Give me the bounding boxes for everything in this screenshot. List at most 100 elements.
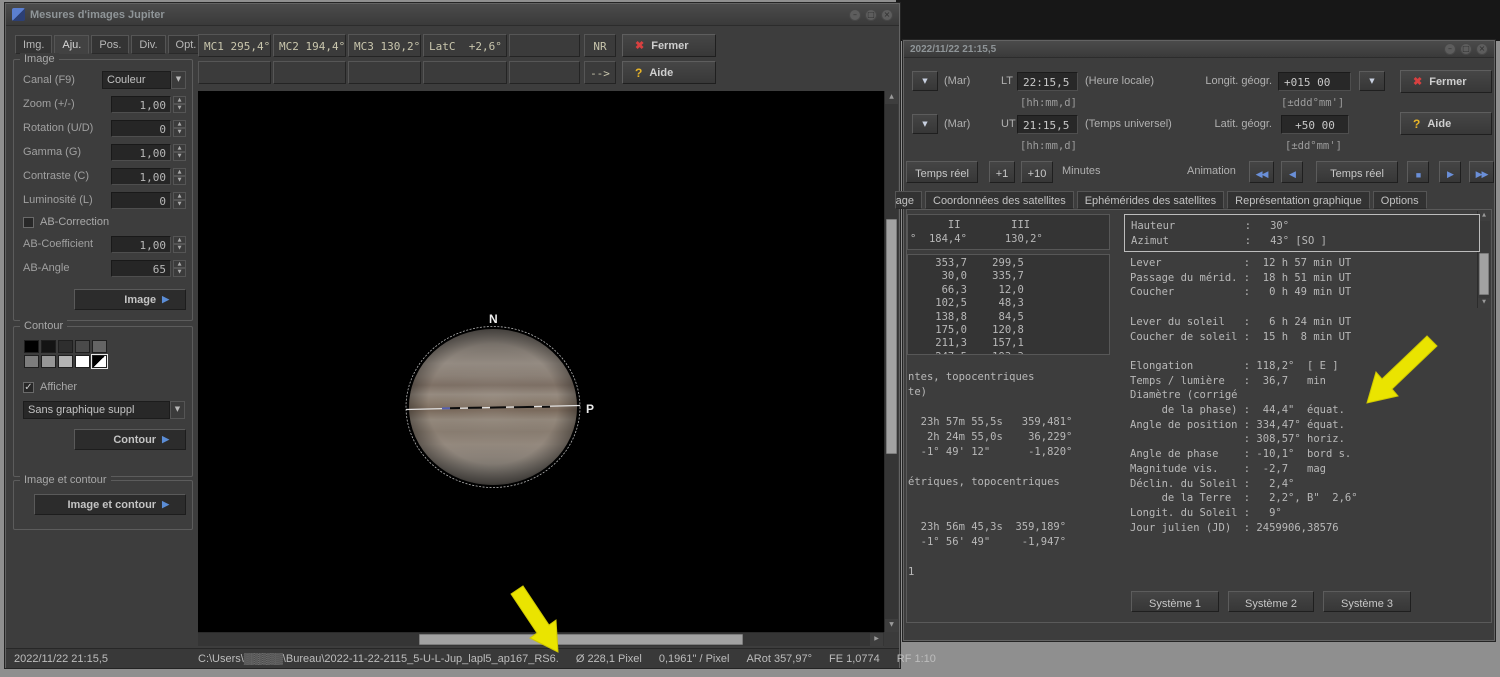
left-titlebar[interactable]: Mesures d'images Jupiter – □ ×: [6, 4, 899, 26]
window-buttons: – □ ×: [849, 8, 893, 21]
minimize-icon[interactable]: –: [1444, 43, 1456, 55]
aide-button[interactable]: ? Aide: [1400, 112, 1492, 135]
tab-pos[interactable]: Pos.: [91, 35, 130, 54]
ab-coefficient-input[interactable]: 1,00: [111, 235, 171, 253]
tab-ephemerides-satellites[interactable]: Ephémérides des satellites: [1076, 191, 1225, 209]
ab-correction-checkbox[interactable]: [23, 216, 34, 228]
graphique-dropdown[interactable]: Sans graphique suppl ▼: [23, 401, 185, 419]
aide-button[interactable]: ? Aide: [622, 61, 716, 84]
tab-img[interactable]: Img.: [15, 35, 53, 54]
afficher-checkbox[interactable]: ✓: [23, 381, 34, 393]
tab-div[interactable]: Div.: [131, 35, 166, 54]
horizontal-scrollbar[interactable]: ▶: [198, 632, 884, 646]
image-contour-button[interactable]: Image et contour ▶: [34, 494, 186, 515]
fermer-button[interactable]: ✖ Fermer: [622, 34, 716, 57]
nr-button[interactable]: NR: [584, 34, 616, 57]
gamma-input[interactable]: 1,00: [111, 143, 171, 161]
graphique-dropdown-value[interactable]: Sans graphique suppl: [23, 401, 170, 419]
central-meridian-list[interactable]: 353,7 299,5 30,0 335,7 66,3 12,0 102,5 4…: [907, 254, 1110, 355]
contraste-input[interactable]: 1,00: [111, 167, 171, 185]
systeme-1-button[interactable]: Système 1: [1131, 591, 1219, 612]
weekday-label-ut: (Mar): [944, 118, 971, 130]
ut-input[interactable]: 21:15,5: [1017, 115, 1078, 134]
luminosite-row: Luminosité (L) 0 ▲ ▼: [14, 188, 192, 212]
maximize-icon[interactable]: □: [865, 8, 877, 21]
scroll-up-icon[interactable]: ▲: [885, 91, 898, 104]
contour-color-swatch[interactable]: [24, 340, 39, 353]
apply-arrow-button[interactable]: -->: [584, 61, 616, 84]
contour-color-swatch[interactable]: [41, 355, 56, 368]
tab-aju[interactable]: Aju.: [54, 35, 90, 54]
fast-forward-icon[interactable]: ▶▶: [1469, 161, 1494, 183]
horizontal-scrollbar-thumb[interactable]: [419, 634, 743, 645]
fermer-button[interactable]: ✖ Fermer: [1400, 70, 1492, 93]
right-titlebar[interactable]: 2022/11/22 21:15,5 – □ ×: [904, 41, 1494, 58]
contour-color-swatch[interactable]: [75, 340, 90, 353]
latitude-input[interactable]: +50 00: [1281, 115, 1349, 134]
contour-color-swatch[interactable]: [91, 354, 108, 369]
app-icon: [12, 8, 25, 21]
longitude-input[interactable]: +015 00: [1278, 72, 1351, 91]
ephemerides-content-panel: II III ° 184,4° 130,2° 353,7 299,5 30,0 …: [906, 209, 1492, 623]
systeme-3-button[interactable]: Système 3: [1323, 591, 1411, 612]
contour-button[interactable]: Contour ▶: [74, 429, 186, 450]
tab-representation-graphique[interactable]: Représentation graphique: [1227, 191, 1370, 209]
systeme-2-button[interactable]: Système 2: [1228, 591, 1314, 612]
ab-angle-stepper[interactable]: ▲ ▼: [173, 259, 186, 277]
stop-icon[interactable]: ■: [1407, 161, 1429, 183]
close-icon[interactable]: ×: [881, 8, 893, 21]
gamma-stepper[interactable]: ▲ ▼: [173, 143, 186, 161]
rotation-stepper[interactable]: ▲ ▼: [173, 119, 186, 137]
lt-label: LT: [1001, 75, 1014, 87]
contour-color-swatch[interactable]: [92, 340, 107, 353]
minimize-icon[interactable]: –: [849, 8, 861, 21]
longitude-dropdown-button[interactable]: ▼: [1359, 71, 1385, 91]
contour-color-swatch[interactable]: [24, 355, 39, 368]
arrow-right-icon: ▶: [162, 294, 169, 304]
contraste-label: Contraste (C): [23, 170, 90, 182]
maximize-icon[interactable]: □: [1460, 43, 1472, 55]
step-back-icon[interactable]: ◀: [1281, 161, 1303, 183]
date-dropdown-button[interactable]: ▼: [912, 114, 938, 134]
hauteur-azimut-box: Hauteur : 30° Azimut : 43° [SO ]: [1124, 214, 1480, 252]
contour-color-swatch[interactable]: [75, 355, 90, 368]
scroll-right-icon[interactable]: ▶: [870, 633, 883, 646]
rewind-icon[interactable]: ◀◀: [1249, 161, 1274, 183]
left-status-bar: 2022/11/22 21:15,5 C:\Users\▒▒▒▒▒\Bureau…: [6, 648, 936, 668]
canal-dropdown[interactable]: Couleur ▼: [102, 71, 186, 89]
lt-input[interactable]: 22:15,5: [1017, 72, 1078, 91]
close-icon[interactable]: ×: [1476, 43, 1488, 55]
luminosite-stepper[interactable]: ▲ ▼: [173, 191, 186, 209]
canal-value[interactable]: Couleur: [102, 71, 171, 89]
image-button[interactable]: Image ▶: [74, 289, 186, 310]
vertical-scrollbar[interactable]: ▲ ▼: [884, 91, 898, 632]
ab-angle-input[interactable]: 65: [111, 259, 171, 277]
status-rf: RF 1:10: [896, 653, 936, 665]
weekday-label-lt: (Mar): [944, 75, 971, 87]
zoom-input[interactable]: 1,00: [111, 95, 171, 113]
date-dropdown-button[interactable]: ▼: [912, 71, 938, 91]
luminosite-input[interactable]: 0: [111, 191, 171, 209]
contour-color-swatch[interactable]: [41, 340, 56, 353]
image-canvas[interactable]: N P: [198, 91, 884, 632]
tab-options[interactable]: Options: [1372, 191, 1427, 209]
contour-color-swatch[interactable]: [58, 355, 73, 368]
tab-image[interactable]: mage: [895, 191, 922, 209]
rotation-input[interactable]: 0: [111, 119, 171, 137]
ab-coefficient-stepper[interactable]: ▲ ▼: [173, 235, 186, 253]
tab-coordonnees-satellites[interactable]: Coordonnées des satellites: [925, 191, 1074, 209]
chevron-down-icon[interactable]: ▼: [171, 71, 186, 89]
arrow-right-icon: ▶: [162, 434, 169, 444]
ut-label: UT: [1001, 118, 1016, 130]
zoom-stepper[interactable]: ▲ ▼: [173, 95, 186, 113]
scroll-down-icon[interactable]: ▼: [885, 619, 898, 632]
play-icon[interactable]: ▶: [1439, 161, 1461, 183]
chevron-down-icon[interactable]: ▼: [170, 401, 185, 419]
temps-reel-animation-button[interactable]: Temps réel: [1316, 161, 1398, 183]
plus-ten-button[interactable]: +10: [1021, 161, 1053, 183]
plus-one-button[interactable]: +1: [989, 161, 1015, 183]
vertical-scrollbar-thumb[interactable]: [886, 219, 897, 454]
contour-color-swatch[interactable]: [58, 340, 73, 353]
contraste-stepper[interactable]: ▲ ▼: [173, 167, 186, 185]
temps-reel-button[interactable]: Temps réel: [906, 161, 978, 183]
